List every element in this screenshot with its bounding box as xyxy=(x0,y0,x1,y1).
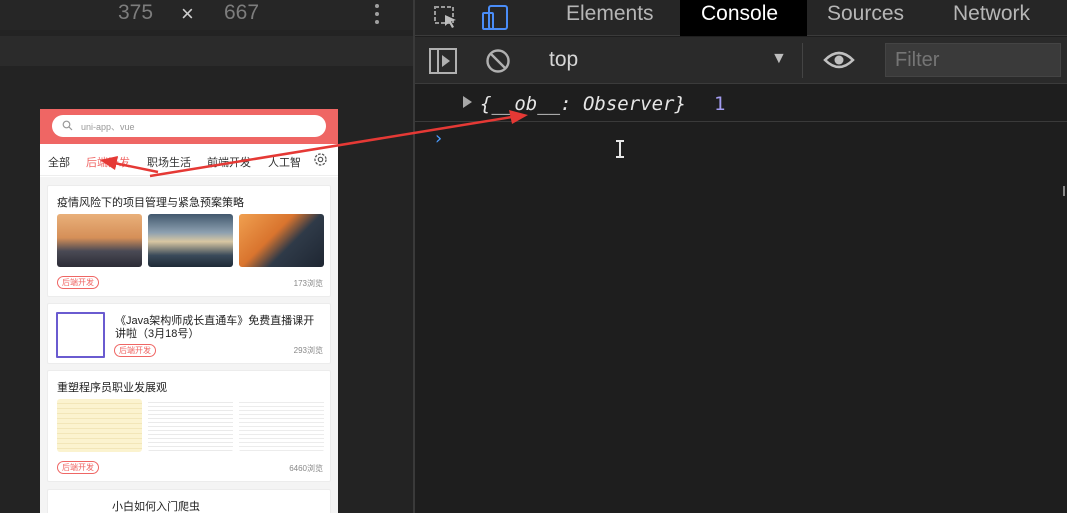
logged-object[interactable]: {__ob__: Observer} xyxy=(480,93,686,115)
device-width-input[interactable]: 375 xyxy=(118,1,153,25)
filter-input[interactable] xyxy=(885,43,1061,77)
tab-network[interactable]: Network xyxy=(953,0,1030,36)
show-sidebar-icon[interactable] xyxy=(429,48,457,74)
clear-console-icon[interactable] xyxy=(485,48,511,74)
console-toolbar: top ▼ xyxy=(415,37,1067,84)
log-count: 1 xyxy=(714,93,726,115)
tab-sources[interactable]: Sources xyxy=(827,0,904,36)
tab-backend[interactable]: 后端开发 xyxy=(86,154,130,170)
device-toggle-icon[interactable] xyxy=(481,4,509,32)
devtools-tabbar: Elements Console Sources Network xyxy=(415,0,1067,36)
search-placeholder: uni-app、vue xyxy=(81,122,135,132)
article-card[interactable]: 小白如何入门爬虫 xyxy=(47,489,331,513)
article-thumbnail xyxy=(239,399,324,452)
console-prompt[interactable]: › xyxy=(433,128,444,149)
article-thumbnail xyxy=(148,214,233,267)
device-height-input[interactable]: 667 xyxy=(224,1,259,25)
tab-career[interactable]: 职场生活 xyxy=(147,154,191,170)
inspect-element-icon[interactable] xyxy=(433,5,459,31)
dimension-separator: × xyxy=(181,1,194,26)
article-card[interactable]: 《Java架构师成长直通车》免费直播课开 讲啦（3月18号） 后端开发 293浏… xyxy=(47,303,331,364)
tab-frontend[interactable]: 前端开发 xyxy=(207,154,251,170)
more-options-icon[interactable] xyxy=(372,2,382,26)
view-count: 173浏览 xyxy=(293,279,323,288)
expand-triangle-icon[interactable] xyxy=(463,96,472,108)
category-tag: 后端开发 xyxy=(114,344,156,357)
search-input[interactable]: uni-app、vue xyxy=(52,115,326,137)
scroll-edge-mark xyxy=(1063,186,1065,196)
app-header: uni-app、vue xyxy=(40,109,338,144)
gear-icon[interactable] xyxy=(312,151,329,168)
category-tag: 后端开发 xyxy=(57,276,99,289)
eye-icon[interactable] xyxy=(823,49,855,71)
article-title: 疫情风险下的项目管理与紧急预案策略 xyxy=(57,197,244,209)
console-log-entry: {__ob__: Observer} 1 xyxy=(415,86,1067,196)
article-thumbnail xyxy=(239,214,324,267)
article-thumbnail xyxy=(56,312,105,358)
article-thumbnail xyxy=(57,399,142,452)
phone-screen: uni-app、vue 全部 后端开发 职场生活 前端开发 人工智 疫情风险下的… xyxy=(40,109,338,513)
article-title: 重塑程序员职业发展观 xyxy=(57,382,167,394)
device-viewport: 375 × 667 uni-app、vue 全部 后端开发 职场生活 前端开发 … xyxy=(0,0,413,513)
media-query-bar xyxy=(0,36,413,66)
article-feed: 疫情风险下的项目管理与紧急预案策略 后端开发 173浏览 《Java架构师成长直… xyxy=(40,177,338,513)
devtools-panel: Elements Console Sources Network top ▼ {… xyxy=(413,0,1067,513)
view-count: 6460浏览 xyxy=(289,464,323,473)
tab-ai[interactable]: 人工智 xyxy=(268,154,301,170)
category-tabs: 全部 后端开发 职场生活 前端开发 人工智 xyxy=(40,144,338,176)
article-thumbnail xyxy=(148,399,233,452)
article-title: 小白如何入门爬虫 xyxy=(112,501,200,513)
article-title-line2: 讲啦（3月18号） xyxy=(115,328,200,340)
category-tag: 后端开发 xyxy=(57,461,99,474)
toolbar-divider xyxy=(802,43,803,78)
search-icon xyxy=(62,120,73,131)
text-cursor-icon xyxy=(616,140,624,158)
article-card[interactable]: 重塑程序员职业发展观 后端开发 6460浏览 xyxy=(47,370,331,482)
context-selector[interactable]: top xyxy=(549,48,578,72)
article-card[interactable]: 疫情风险下的项目管理与紧急预案策略 后端开发 173浏览 xyxy=(47,185,331,297)
article-thumbnail xyxy=(57,214,142,267)
tab-all[interactable]: 全部 xyxy=(48,154,70,170)
view-count: 293浏览 xyxy=(293,346,323,355)
device-toolbar: 375 × 667 xyxy=(0,0,413,30)
tab-console[interactable]: Console xyxy=(680,0,807,36)
dropdown-arrow-icon[interactable]: ▼ xyxy=(771,50,787,68)
tab-elements[interactable]: Elements xyxy=(566,0,654,36)
